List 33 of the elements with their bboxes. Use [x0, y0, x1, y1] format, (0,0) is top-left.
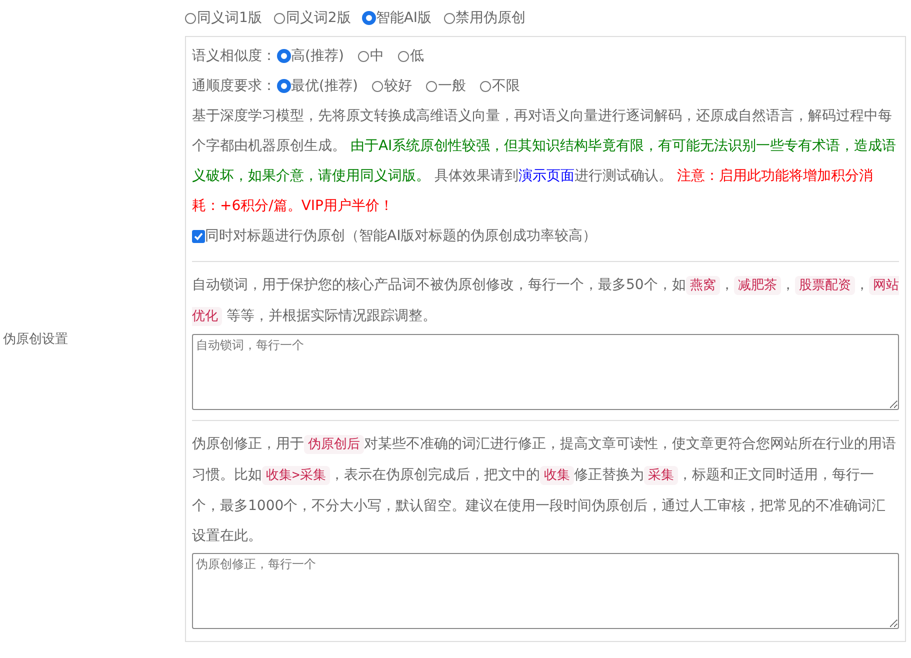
radio-option[interactable]: 智能AI版 — [362, 9, 432, 27]
radio-button[interactable] — [278, 50, 290, 62]
title-checkbox-option[interactable]: 同时对标题进行伪原创（智能AI版对标题的伪原创成功率较高） — [192, 221, 899, 251]
settings-label: 伪原创设置 — [3, 331, 68, 348]
radio-button[interactable] — [398, 50, 409, 62]
corrections-field[interactable]: 伪原创修正，每行一个 — [192, 553, 899, 629]
radio-button[interactable] — [362, 12, 375, 24]
radio-button[interactable] — [426, 80, 437, 92]
radio-button[interactable] — [444, 12, 455, 24]
radio-button[interactable] — [185, 12, 196, 24]
radio-button[interactable] — [278, 80, 290, 92]
demo-page-link[interactable]: 演示页面 — [518, 168, 574, 184]
lock-words-field[interactable]: 自动锁词，每行一个 — [192, 334, 899, 410]
radio-option[interactable]: 高(推荐) — [278, 47, 344, 65]
radio-option[interactable]: 较好 — [372, 77, 412, 95]
radio-option[interactable]: 最优(推荐) — [278, 77, 358, 95]
radio-button[interactable] — [480, 80, 491, 92]
similarity-label: 语义相似度： — [192, 47, 276, 65]
ai-description-text: 基于深度学习模型，先将原文转换成高维语义向量，再对语义向量进行逐词解码，还原成自然语言，解码过程中每个字都由机器原创生成。 由于AI系统原创性较强，但其知识结构毕竟有限，有可能无法识别一些专有术语，造成语义破坏，如果介意，请使用同义词版。 具体效果请到演示页面进行测试确认。 注意：启用此功能将增加积分消耗：+6积分/篇。VIP用户半价！ — [192, 107, 898, 216]
radio-option[interactable]: 禁用伪原创 — [444, 9, 526, 27]
radio-button[interactable] — [274, 12, 285, 24]
radio-button[interactable] — [372, 80, 383, 92]
radio-option[interactable]: 同义词1版 — [185, 9, 262, 27]
radio-option[interactable]: 同义词2版 — [274, 9, 351, 27]
radio-option[interactable]: 低 — [398, 47, 424, 65]
checkbox[interactable] — [192, 230, 205, 242]
lock-words-description: 自动锁词，用于保护您的核心产品词不被伪原创修改，每行一个，最多50个，如 燕窝 ， 减肥茶 ， 股票配资 ， 网站优化 等等，并根据实际情况跟踪调整。 — [192, 275, 899, 328]
radio-option[interactable]: 一般 — [426, 77, 466, 95]
radio-option[interactable]: 不限 — [480, 77, 520, 95]
corrections-description: 伪原创修正，用于 伪原创后 对某些不准确的词汇进行修正，提高文章可读性，使文章更符合您网站所在行业的用语习惯。比如 收集>采集 ，表示在伪原创完成后，把文中的 收集 修正替换为 采集 ，标题和正文同时适用，每行一个，最多1000个，不分大小写，默认留空。建议在使用一段时间伪原创后，通过人工审核，把常见的不准确词汇设置在此。 — [192, 434, 897, 546]
radio-option[interactable]: 中 — [358, 47, 384, 65]
radio-button[interactable] — [358, 50, 369, 62]
fluency-label: 通顺度要求： — [192, 77, 276, 95]
